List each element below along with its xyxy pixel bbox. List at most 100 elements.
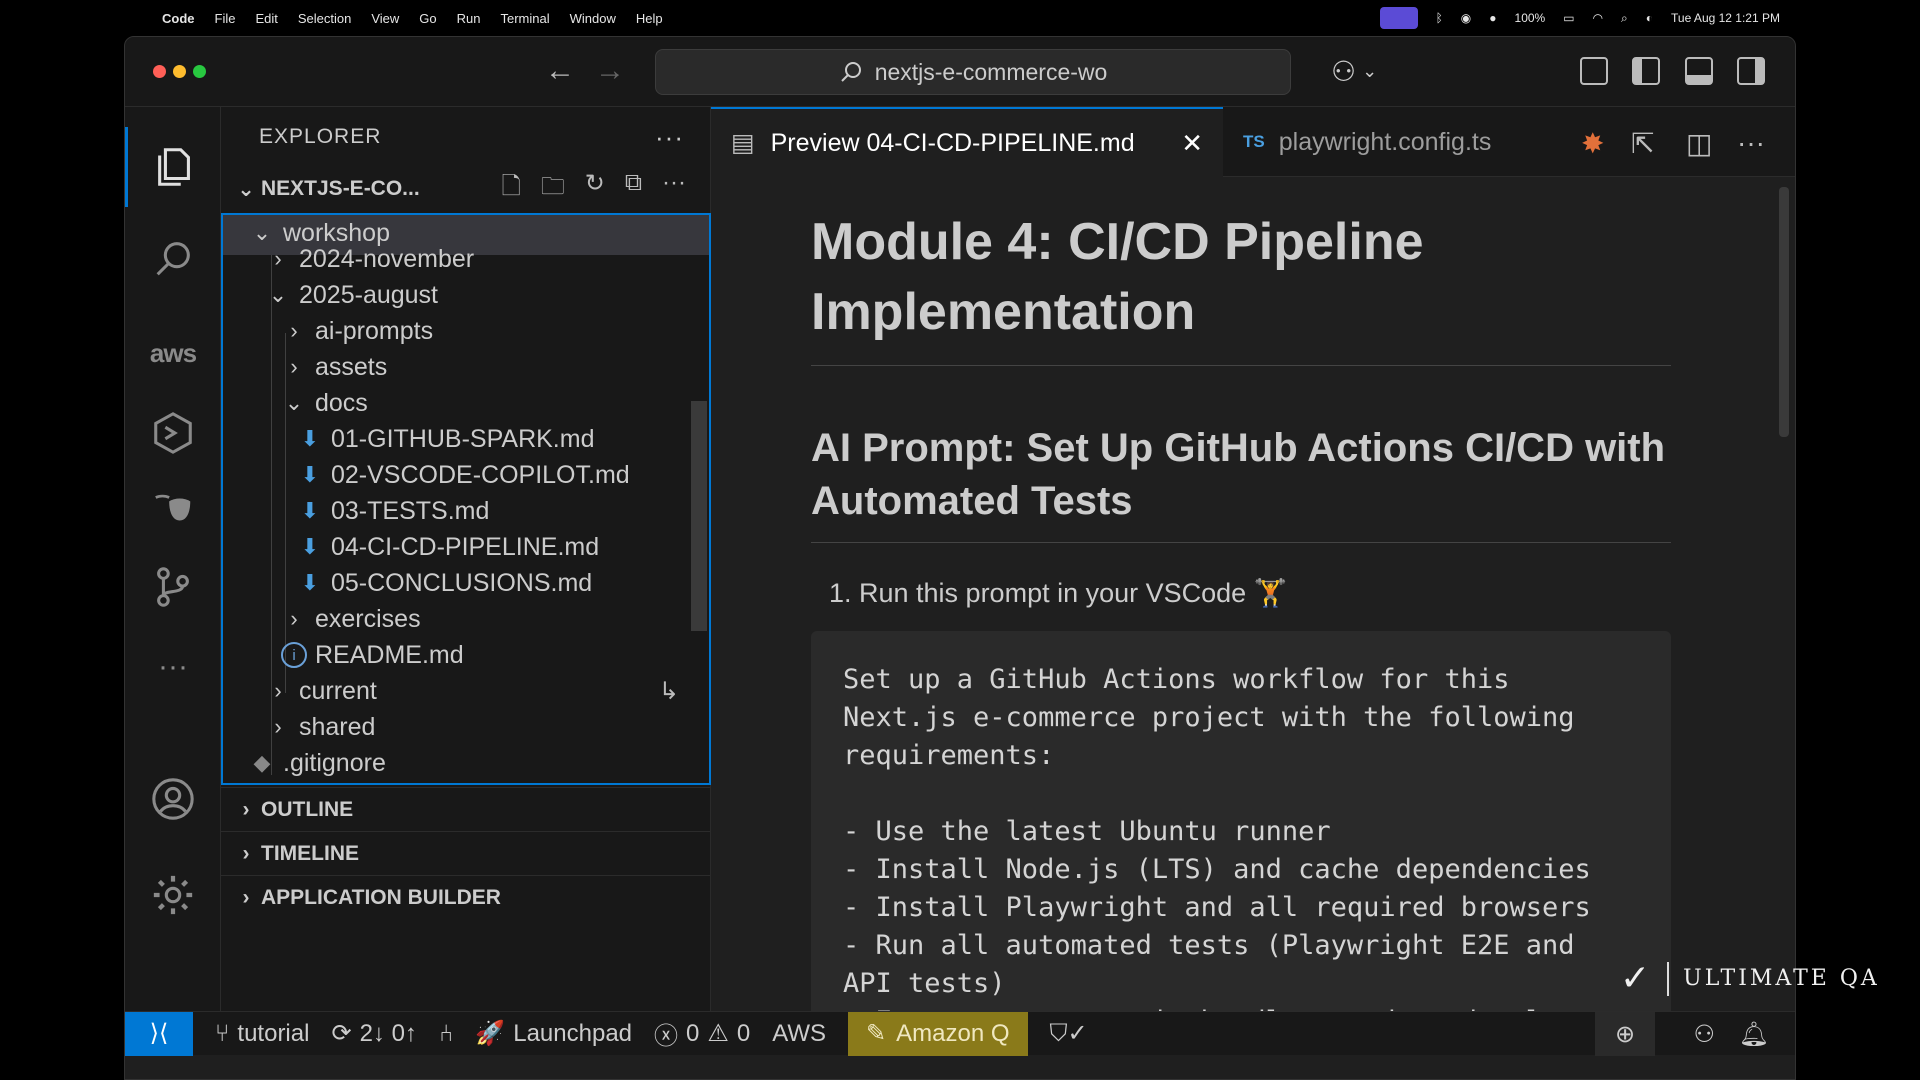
explorer-title: EXPLORER [259, 125, 382, 148]
menu-file[interactable]: File [215, 11, 236, 26]
preview-heading-2: AI Prompt: Set Up GitHub Actions CI/CD w… [811, 422, 1671, 543]
aws-activity[interactable]: aws [125, 313, 221, 393]
section-label: TIMELINE [261, 841, 359, 865]
workspace-root[interactable]: ⌄ NEXTJS-E-CO... 🗋 🗀 ↻ ⧉ ··· [221, 167, 710, 211]
rocket-icon: 🚀 [475, 1020, 506, 1047]
open-source-icon[interactable]: ⇱ [1631, 127, 1654, 160]
timeline-section[interactable]: › TIMELINE [221, 831, 710, 875]
menu-app-name[interactable]: Code [162, 11, 195, 26]
close-window-button[interactable] [153, 65, 166, 78]
spark-icon[interactable]: ✸ [1581, 127, 1604, 160]
toggle-secondary-sidebar-icon[interactable] [1737, 57, 1765, 85]
back-arrow-icon[interactable]: ← [545, 53, 575, 89]
theater-masks-icon [155, 494, 191, 521]
tree-item-label: 2024-november [299, 244, 475, 273]
copilot-menu[interactable]: ⚇ ⌄ [1331, 55, 1377, 88]
tab-playwright-config[interactable]: TS playwright.config.ts [1223, 107, 1523, 177]
spotlight-icon[interactable]: ⌕ [1621, 11, 1628, 26]
tree-item-label: 2025-august [299, 280, 439, 309]
copilot-status[interactable]: ⚇ [1693, 1012, 1715, 1056]
zoom-in-icon: ⊕ [1614, 1020, 1636, 1048]
toggle-panel-icon[interactable] [1685, 57, 1713, 85]
tree-item-label: .gitignore [283, 748, 386, 777]
remote-indicator[interactable]: ⟩⟨ [125, 1011, 193, 1056]
clock[interactable]: Tue Aug 12 1:21 PM [1671, 11, 1780, 25]
more-actions-icon[interactable]: ··· [1737, 127, 1765, 159]
customize-layout-icon[interactable] [1580, 57, 1608, 85]
preview-scrollbar[interactable] [1779, 187, 1789, 437]
preview-heading-1: Module 4: CI/CD Pipeline Implementation [811, 207, 1671, 366]
split-editor-icon[interactable]: ◫ [1686, 127, 1712, 160]
menu-run[interactable]: Run [457, 11, 481, 26]
new-file-icon[interactable]: 🗋 [501, 169, 520, 210]
zoom-indicator[interactable]: ⊕ [1595, 1012, 1655, 1056]
manage-activity[interactable] [125, 855, 221, 935]
amazon-q-label: Amazon Q [896, 1019, 1010, 1047]
launchpad-label: Launchpad [513, 1019, 633, 1047]
aws-icon: aws [149, 337, 197, 368]
ultimate-qa-watermark: ✓ ULTIMATE QA [1620, 958, 1880, 999]
activity-bar: aws ··· [125, 107, 221, 1011]
testing-activity[interactable] [125, 469, 221, 549]
git-graph-indicator[interactable]: ⑃ [439, 1020, 453, 1048]
status-bar: ⟩⟨ ⑂ tutorial ⟳ 2↓ 0↑ ⑃ 🚀 Launchpad ⓧ 0 … [125, 1011, 1795, 1056]
close-icon[interactable]: ✕ [1181, 128, 1203, 159]
tree-scrollbar[interactable] [691, 401, 707, 631]
problems-indicator[interactable]: ⓧ 0 ⚠ 0 [654, 1016, 750, 1051]
sync-indicator[interactable]: ⟳ 2↓ 0↑ [331, 1019, 416, 1048]
tree-item-label: shared [299, 712, 376, 741]
control-center-icon[interactable]: ◐ [1646, 11, 1653, 25]
bluetooth-icon[interactable]: ᛒ [1436, 11, 1443, 25]
collapse-all-icon[interactable]: ⧉ [625, 169, 642, 210]
search-activity[interactable] [125, 219, 221, 299]
battery-icon[interactable]: ▭ [1563, 11, 1574, 25]
refresh-icon[interactable]: ↻ [585, 169, 605, 210]
title-bar: ← → nextjs-e-commerce-wo ⚇ ⌄ [125, 37, 1795, 107]
menu-terminal[interactable]: Terminal [501, 11, 550, 26]
notifications-indicator[interactable]: 🔔︎ [1739, 1012, 1769, 1056]
tree-item-label: 02-VSCODE-COPILOT.md [331, 460, 630, 489]
chevron-right-icon: › [290, 318, 298, 343]
warning-icon: ⚠ [707, 1020, 729, 1047]
explorer-more-icon[interactable]: ··· [655, 122, 684, 153]
tab-preview-04-ci-cd[interactable]: ▤ Preview 04-CI-CD-PIPELINE.md ✕ [711, 107, 1223, 177]
markdown-file-icon: ⬇ [300, 498, 320, 523]
user-icon[interactable]: ● [1489, 11, 1496, 25]
application-builder-section[interactable]: › APPLICATION BUILDER [221, 875, 710, 919]
tree-item-gitignore[interactable]: ◆ .gitignore [223, 741, 709, 783]
shield-indicator[interactable]: ⛉✓ [1050, 1019, 1088, 1048]
section-label: APPLICATION BUILDER [261, 885, 501, 909]
aws-indicator[interactable]: AWS [772, 1020, 826, 1048]
menu-go[interactable]: Go [419, 11, 436, 26]
screen-record-icon[interactable] [1379, 7, 1418, 29]
more-activity[interactable]: ··· [125, 627, 221, 707]
wifi-icon[interactable]: ◠ [1593, 11, 1603, 25]
menu-help[interactable]: Help [636, 11, 663, 26]
menu-edit[interactable]: Edit [255, 11, 277, 26]
source-control-activity[interactable] [125, 547, 221, 627]
toggle-primary-sidebar-icon[interactable] [1632, 57, 1660, 85]
accounts-activity[interactable] [125, 759, 221, 839]
remote-explorer-activity[interactable] [125, 393, 221, 473]
shield-check-icon: ⛉✓ [1049, 1020, 1088, 1047]
new-folder-icon[interactable]: 🗀 [541, 169, 565, 210]
menu-view[interactable]: View [371, 11, 399, 26]
branch-indicator[interactable]: ⑂ tutorial [215, 1020, 309, 1048]
menu-window[interactable]: Window [570, 11, 616, 26]
battery-percent[interactable]: 100% [1515, 11, 1546, 25]
outline-section[interactable]: › OUTLINE [221, 787, 710, 831]
ellipsis-icon: ··· [158, 650, 188, 683]
menu-selection[interactable]: Selection [298, 11, 351, 26]
forward-arrow-icon[interactable]: → [595, 53, 625, 89]
more-actions-icon[interactable]: ··· [662, 169, 686, 210]
sync-icon: ⟳ [331, 1020, 352, 1047]
amazon-q-icon: ✎ [866, 1020, 887, 1047]
amazon-q-indicator[interactable]: ✎ Amazon Q [848, 1011, 1028, 1056]
zoom-window-button[interactable] [193, 65, 206, 78]
minimize-window-button[interactable] [173, 65, 186, 78]
editor-area: ▤ Preview 04-CI-CD-PIPELINE.md ✕ TS play… [711, 107, 1795, 1011]
command-center-search[interactable]: nextjs-e-commerce-wo [655, 49, 1291, 95]
play-icon[interactable]: ◉ [1461, 11, 1471, 25]
explorer-activity[interactable] [125, 127, 221, 207]
launchpad-indicator[interactable]: 🚀 Launchpad [475, 1019, 632, 1048]
